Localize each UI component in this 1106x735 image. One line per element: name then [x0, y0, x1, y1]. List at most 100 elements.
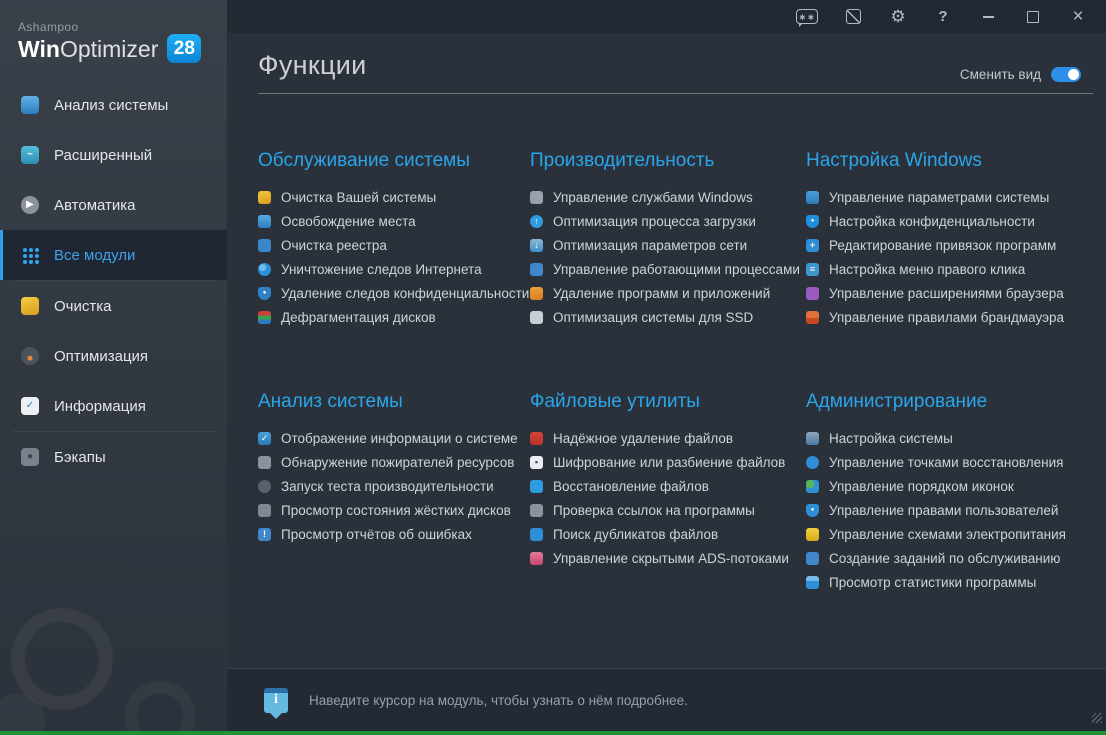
services-gears-icon [530, 191, 543, 204]
internet-traces-globe-icon [258, 263, 271, 276]
main-panel: Функции Сменить вид Обслуживание системы… [227, 33, 1106, 668]
footer-bar: i Наведите курсор на модуль, чтобы узнат… [227, 668, 1106, 731]
function-item[interactable]: Надёжное удаление файлов [530, 426, 806, 450]
function-item[interactable]: Уничтожение следов Интернета [258, 257, 530, 281]
tweaking-monitor-icon [806, 432, 819, 445]
sidebar-item-information[interactable]: ✓ Информация [0, 381, 227, 431]
category-title: Производительность [530, 150, 806, 172]
function-item[interactable]: Управление расширениями браузера [806, 281, 1102, 305]
sidebar-item-label: Бэкапы [54, 449, 106, 466]
function-item[interactable]: Управление порядком иконок [806, 474, 1102, 498]
function-item[interactable]: Дефрагментация дисков [258, 305, 530, 329]
page-title: Функции [258, 50, 366, 81]
system-info-monitor-icon: ✓ [258, 432, 271, 445]
sidebar-item-backups[interactable]: ● Бэкапы [0, 432, 227, 482]
sidebar-item-cleaning[interactable]: Очистка [0, 281, 227, 331]
privacy-traces-shield-icon: ● [258, 287, 271, 300]
function-item[interactable]: Восстановление файлов [530, 474, 806, 498]
registry-cleaner-icon [258, 239, 271, 252]
help-button[interactable]: ? [933, 7, 953, 27]
function-item[interactable]: Управление схемами электропитания [806, 522, 1102, 546]
function-item[interactable]: ● Управление правами пользователей [806, 498, 1102, 522]
view-switch-row: Сменить вид [960, 67, 1081, 82]
category-list: Управление службами Windows ↑ Оптимизаци… [530, 185, 806, 329]
notes-icon[interactable] [843, 7, 863, 27]
function-item-label: Управление правами пользователей [829, 503, 1058, 518]
function-item[interactable]: Поиск дубликатов файлов [530, 522, 806, 546]
uninstall-manager-icon [530, 287, 543, 300]
function-item[interactable]: Создание заданий по обслуживанию [806, 546, 1102, 570]
function-item-label: Управление правилами брандмауэра [829, 310, 1064, 325]
settings-gear-icon[interactable]: ⚙ [888, 7, 908, 27]
sidebar-item-label: Анализ системы [54, 97, 168, 114]
file-wiper-bin-icon [530, 432, 543, 445]
function-item[interactable]: ● Настройка конфиденциальности [806, 209, 1102, 233]
sidebar-item-label: Информация [54, 398, 146, 415]
function-item-label: Оптимизация системы для SSD [553, 310, 753, 325]
function-item[interactable]: Управление точками восстановления [806, 450, 1102, 474]
sidebar-item-system-analysis[interactable]: Анализ системы [0, 80, 227, 130]
function-item[interactable]: ↑ Оптимизация процесса загрузки [530, 209, 806, 233]
function-item-label: Управление параметрами системы [829, 190, 1049, 205]
function-item[interactable]: Освобождение места [258, 209, 530, 233]
function-item[interactable]: Запуск теста производительности [258, 474, 530, 498]
sidebar-item-optimization[interactable]: Оптимизация [0, 331, 227, 381]
sidebar-item-all-modules[interactable]: Все модули [0, 230, 227, 280]
function-item[interactable]: Удаление программ и приложений [530, 281, 806, 305]
bottom-accent-bar [0, 731, 1106, 735]
function-item[interactable]: Управление работающими процессами [530, 257, 806, 281]
restore-points-icon [806, 456, 819, 469]
function-item[interactable]: Проверка ссылок на программы [530, 498, 806, 522]
titlebar: ∗∗ ⚙ ? × [227, 0, 1106, 33]
function-item-label: Управление службами Windows [553, 190, 753, 205]
function-item-label: Удаление следов конфиденциальности [281, 286, 529, 301]
sidebar-item-automation[interactable]: ▶ Автоматика [0, 180, 227, 230]
function-item[interactable]: Управление параметрами системы [806, 185, 1102, 209]
resize-grip[interactable] [1092, 713, 1102, 723]
header-divider [258, 93, 1093, 94]
function-item-label: Поиск дубликатов файлов [553, 527, 718, 542]
process-manager-icon [530, 263, 543, 276]
function-item[interactable]: Управление службами Windows [530, 185, 806, 209]
function-item[interactable]: Очистка Вашей системы [258, 185, 530, 209]
function-item[interactable]: Оптимизация системы для SSD [530, 305, 806, 329]
function-item-label: Управление схемами электропитания [829, 527, 1066, 542]
all-modules-grid-icon [21, 246, 39, 264]
function-item[interactable]: Управление скрытыми ADS-потоками [530, 546, 806, 570]
defrag-disks-icon [258, 311, 271, 324]
function-item[interactable]: ≡ Настройка меню правого клика [806, 257, 1102, 281]
function-item[interactable]: Просмотр состояния жёстких дисков [258, 498, 530, 522]
close-button[interactable]: × [1068, 7, 1088, 27]
view-toggle[interactable] [1051, 67, 1081, 82]
statistics-chart-icon [806, 576, 819, 589]
function-item[interactable]: Очистка реестра [258, 233, 530, 257]
function-item[interactable]: + Редактирование привязок программ [806, 233, 1102, 257]
function-item[interactable]: ✓ Отображение информации о системе [258, 426, 530, 450]
function-item-label: Освобождение места [281, 214, 416, 229]
function-item-label: Настройка системы [829, 431, 953, 446]
sidebar-item-label: Очистка [54, 298, 111, 315]
product-name-light: Optimizer [60, 36, 158, 63]
sidebar-item-advanced[interactable]: ~ Расширенный [0, 130, 227, 180]
ssd-optimizer-icon [530, 311, 543, 324]
category-list: ✓ Отображение информации о системе Обнар… [258, 426, 530, 546]
function-item-label: Управление порядком иконок [829, 479, 1014, 494]
function-item[interactable]: ↓ Оптимизация параметров сети [530, 233, 806, 257]
function-item[interactable]: ▪ Шифрование или разбиение файлов [530, 450, 806, 474]
minimize-button[interactable] [978, 7, 998, 27]
maximize-button[interactable] [1023, 7, 1043, 27]
feedback-icon[interactable]: ∗∗ [796, 7, 818, 27]
function-item[interactable]: Настройка системы [806, 426, 1102, 450]
function-item-label: Уничтожение следов Интернета [281, 262, 482, 277]
function-item-label: Отображение информации о системе [281, 431, 518, 446]
category-title: Настройка Windows [806, 150, 1102, 172]
function-item[interactable]: Обнаружение пожирателей ресурсов [258, 450, 530, 474]
maintenance-tasks-icon [806, 552, 819, 565]
resource-hogs-laptop-icon [258, 456, 271, 469]
function-item-label: Очистка реестра [281, 238, 387, 253]
optimization-speedometer-icon [21, 347, 39, 365]
function-item[interactable]: ● Удаление следов конфиденциальности [258, 281, 530, 305]
function-item[interactable]: ! Просмотр отчётов об ошибках [258, 522, 530, 546]
function-item[interactable]: Управление правилами брандмауэра [806, 305, 1102, 329]
function-item[interactable]: Просмотр статистики программы [806, 570, 1102, 594]
